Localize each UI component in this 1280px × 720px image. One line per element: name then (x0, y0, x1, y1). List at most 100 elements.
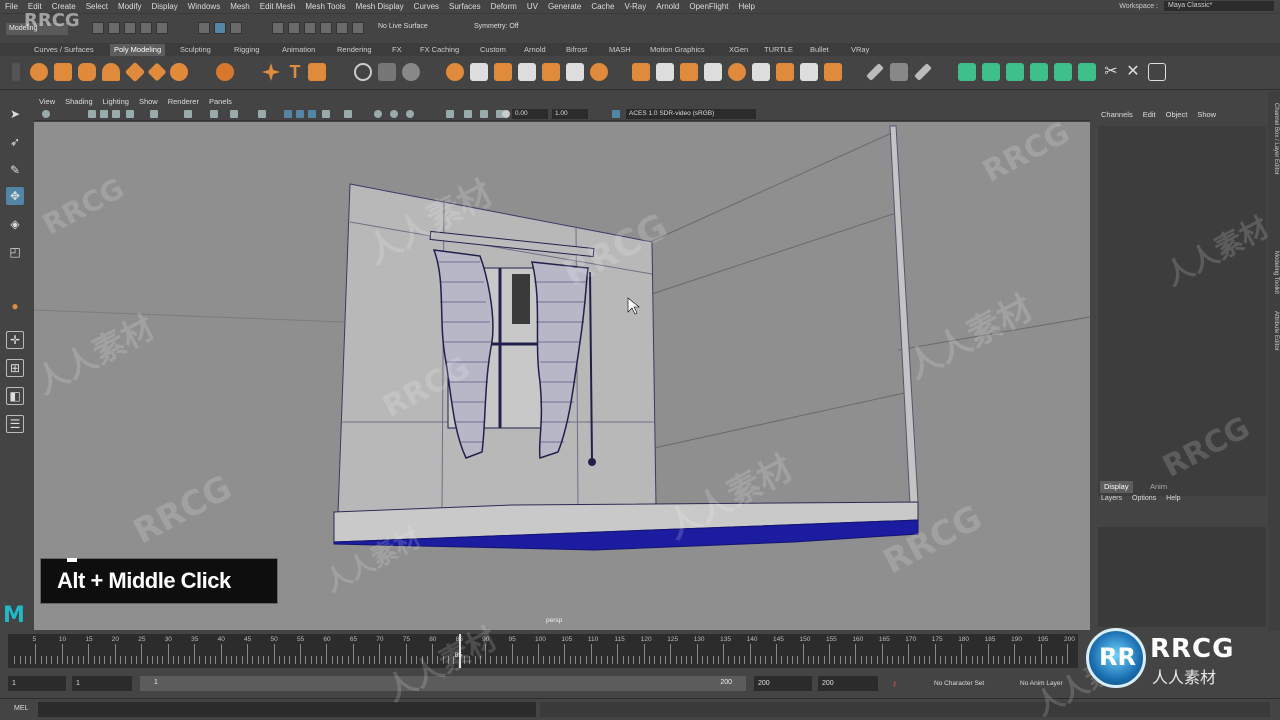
end-time-field[interactable]: 200 (818, 676, 878, 691)
unfold-uv-icon[interactable] (1078, 63, 1096, 81)
spherical-uv-icon[interactable] (1006, 63, 1024, 81)
depth-of-field-icon[interactable] (464, 110, 472, 118)
target-weld-icon[interactable] (656, 63, 674, 81)
fill-hole-icon[interactable] (566, 63, 584, 81)
layer-menu-layers[interactable]: Layers (1096, 495, 1127, 507)
menu-openflight[interactable]: OpenFlight (684, 2, 733, 11)
new-scene-icon[interactable] (92, 22, 104, 34)
edit-edge-flow-icon[interactable] (776, 63, 794, 81)
color-management-icon[interactable] (612, 110, 620, 118)
gate-mask-icon[interactable] (184, 110, 192, 118)
sweep-mesh-icon[interactable] (262, 63, 280, 81)
undo-icon[interactable] (140, 22, 152, 34)
menu-select[interactable]: Select (81, 2, 113, 11)
channel-box-menu-channels[interactable]: Channels (1096, 110, 1138, 122)
select-tool-icon[interactable]: ➤ (6, 105, 24, 123)
menu-v-ray[interactable]: V-Ray (619, 2, 651, 11)
grid-toggle-icon[interactable] (112, 110, 120, 118)
auto-key-icon[interactable]: ⚷ (892, 680, 897, 688)
screen-space-ao-icon[interactable] (390, 110, 398, 118)
open-scene-icon[interactable] (108, 22, 120, 34)
menu-modify[interactable]: Modify (113, 2, 147, 11)
anim-layer-dropdown[interactable]: No Anim Layer (1020, 680, 1063, 687)
shelf-tab-bullet[interactable]: Bullet (810, 44, 829, 56)
viewport-menu-show[interactable]: Show (134, 97, 163, 106)
shadows-icon[interactable] (374, 110, 382, 118)
snap-center-icon[interactable] (352, 22, 364, 34)
outliner-icon[interactable]: ☰ (6, 415, 24, 433)
persp-outliner-layout-icon[interactable]: ◧ (6, 387, 24, 405)
use-all-lights-icon[interactable] (344, 110, 352, 118)
side-tab-modeling-toolkit[interactable]: Modeling Toolkit (1269, 251, 1279, 294)
retopologize-icon[interactable] (824, 63, 842, 81)
mirror-icon[interactable] (470, 63, 488, 81)
symmetry-dropdown[interactable]: Symmetry: Off (474, 23, 519, 30)
shelf-tab-animation[interactable]: Animation (282, 44, 315, 56)
planar-uv-icon[interactable] (958, 63, 976, 81)
separate-icon[interactable] (378, 63, 396, 81)
quad-draw-icon[interactable] (704, 63, 722, 81)
viewport-menu-shading[interactable]: Shading (60, 97, 98, 106)
shelf-tab-curves-surfaces[interactable]: Curves / Surfaces (34, 44, 94, 56)
paint-select-icon[interactable] (866, 63, 884, 81)
menu-generate[interactable]: Generate (543, 2, 586, 11)
poly-cone-icon[interactable] (102, 63, 120, 81)
scale-tool-icon[interactable]: ◰ (6, 243, 24, 261)
shelf-menu-icon[interactable] (12, 63, 20, 81)
shelf-tab-rendering[interactable]: Rendering (337, 44, 372, 56)
layer-menu-help[interactable]: Help (1161, 495, 1185, 507)
film-gate-icon[interactable] (126, 110, 134, 118)
append-poly-icon[interactable] (590, 63, 608, 81)
combine-icon[interactable] (354, 63, 372, 81)
move-tool-icon[interactable]: ✥ (6, 187, 24, 205)
uv-editor-icon[interactable] (890, 63, 908, 81)
bevel-icon[interactable] (542, 63, 560, 81)
boolean-icon[interactable] (446, 63, 464, 81)
shelf-tab-turtle[interactable]: TURTLE (764, 44, 793, 56)
menu-arnold[interactable]: Arnold (651, 2, 684, 11)
layer-tab-display[interactable]: Display (1100, 481, 1133, 493)
poly-torus-icon[interactable] (147, 62, 167, 82)
last-tool-icon[interactable]: ● (6, 297, 24, 315)
bridge-icon[interactable] (518, 63, 536, 81)
menu-help[interactable]: Help (734, 2, 760, 11)
reduce-icon[interactable] (800, 63, 818, 81)
character-set-dropdown[interactable]: No Character Set (934, 680, 984, 687)
field-chart-icon[interactable] (210, 110, 218, 118)
motion-blur-icon[interactable] (406, 110, 414, 118)
gamma-field[interactable]: 1.00 (552, 109, 588, 119)
shelf-tab-vray[interactable]: VRay (851, 44, 869, 56)
wireframe-on-shaded-icon[interactable] (308, 110, 316, 118)
uv-layout-icon[interactable] (1148, 63, 1166, 81)
shelf-tab-rigging[interactable]: Rigging (234, 44, 259, 56)
shelf-tab-sculpting[interactable]: Sculpting (180, 44, 211, 56)
svg-tool-icon[interactable] (308, 63, 326, 81)
safe-action-icon[interactable] (230, 110, 238, 118)
command-input[interactable] (38, 702, 536, 717)
single-perspective-layout-icon[interactable]: ✛ (6, 331, 24, 349)
connect-icon[interactable] (680, 63, 698, 81)
playback-start-field[interactable]: 1 (72, 676, 132, 691)
textured-icon[interactable] (322, 110, 330, 118)
playhead[interactable] (458, 634, 461, 668)
shelf-tab-poly-modeling[interactable]: Poly Modeling (110, 44, 166, 56)
anti-aliasing-icon[interactable] (446, 110, 454, 118)
start-time-field[interactable]: 1 (8, 676, 66, 691)
viewport-menu-panels[interactable]: Panels (204, 97, 237, 106)
shelf-tab-mash[interactable]: MASH (609, 44, 631, 56)
shelf-tab-fx[interactable]: FX (392, 44, 402, 56)
channel-box-menu-object[interactable]: Object (1161, 110, 1193, 122)
menu-cache[interactable]: Cache (586, 2, 619, 11)
bookmark-icon[interactable] (88, 110, 96, 118)
rotate-tool-icon[interactable]: ◈ (6, 215, 24, 233)
extrude-icon[interactable] (494, 63, 512, 81)
perspective-viewport[interactable]: persp (34, 122, 1090, 630)
poly-cylinder-icon[interactable] (78, 63, 96, 81)
channel-box-menu-edit[interactable]: Edit (1138, 110, 1161, 122)
layer-menu-options[interactable]: Options (1127, 495, 1161, 507)
channel-box-body[interactable] (1098, 126, 1266, 496)
safe-title-icon[interactable] (258, 110, 266, 118)
snap-point-icon[interactable] (304, 22, 316, 34)
poly-sphere-icon[interactable] (30, 63, 48, 81)
image-plane-icon[interactable] (100, 110, 108, 118)
